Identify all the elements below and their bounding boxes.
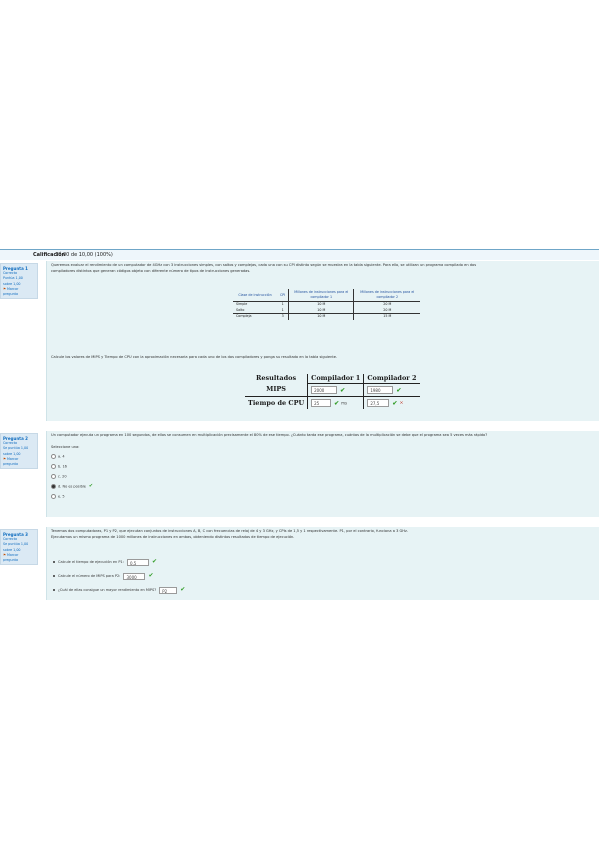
check-icon: ✔ — [148, 572, 154, 579]
table-row: Tiempo de CPU 25 ✔ ms 27,5 ✔ × — [245, 396, 420, 410]
question-text: compiladores distintos que generan códig… — [51, 269, 251, 273]
answer-input-p2-mips[interactable]: 3000 — [123, 572, 146, 580]
check-icon: ✔ — [396, 386, 402, 394]
question-1-info: Pregunta 1 Correcta Puntúa 1,00 sobre 1,… — [0, 263, 38, 299]
bullet — [53, 575, 55, 577]
question-text: Ejecutamos un mismo programa de 1000 mil… — [51, 535, 295, 539]
table-row: Compleja 3 10 M 15 M — [233, 313, 421, 320]
check-icon: ✔ — [180, 586, 186, 593]
table-header: Millones de instrucciones para el compil… — [353, 289, 421, 302]
subquestion-item: Calcule el número de MIPS para P2: 3000 ✔ — [53, 572, 154, 580]
cpu-time-compilador-1-input[interactable]: 25 — [311, 399, 332, 408]
subquestion-item: Calcule el tiempo de ejecución en P1: 0,… — [53, 558, 157, 566]
question-text: Tenemos dos computadoras, P1 y P2, que e… — [51, 529, 409, 533]
quiz-review: Calificación 10,00 de 10,00 (100%) Pregu… — [0, 244, 599, 600]
mips-compilador-1-input[interactable]: 2000 — [311, 386, 338, 395]
question-text: Un computador ejecuta un programa en 100… — [51, 433, 488, 437]
results-table: Resultados Compilador 1 Compilador 2 MIP… — [245, 374, 420, 410]
unit-label: ms — [341, 400, 348, 406]
cpu-time-compilador-2-input[interactable]: 27,5 — [367, 399, 390, 408]
question-2-info: Pregunta 2 Correcta Se puntúa 1,00 sobre… — [0, 433, 38, 469]
row-label: Tiempo de CPU — [245, 396, 309, 410]
flag-question-link-line2[interactable]: pregunta — [3, 558, 35, 563]
answer-option-b[interactable]: b. 16 — [51, 464, 67, 470]
question-3-body: Tenemos dos computadoras, P1 y P2, que e… — [46, 527, 599, 600]
check-icon: ✔ — [340, 386, 346, 394]
table-header: Compilador 2 — [363, 374, 420, 385]
mips-compilador-2-input[interactable]: 1980 — [367, 386, 394, 395]
bullet — [53, 561, 55, 563]
close-icon: × — [399, 399, 404, 406]
bullet — [53, 589, 55, 591]
question-text: Queremos evaluar el rendimiento de un co… — [51, 263, 477, 267]
check-icon: ✔ — [392, 399, 398, 407]
check-icon: ✔ — [334, 399, 340, 407]
question-1-body: Queremos evaluar el rendimiento de un co… — [46, 261, 599, 421]
flag-icon: ⚑ — [3, 552, 6, 557]
check-icon: ✔ — [151, 558, 157, 565]
question-2-body: Un computador ejecuta un programa en 100… — [46, 431, 599, 517]
check-icon: ✔ — [88, 483, 94, 489]
radio-icon — [51, 474, 56, 479]
flag-icon: ⚑ — [3, 286, 6, 291]
grade-value: 10,00 de 10,00 (100%) — [55, 252, 113, 258]
table-header: Millones de instrucciones para el compil… — [288, 289, 354, 302]
radio-icon — [51, 454, 56, 459]
table-header: Resultados — [245, 374, 309, 384]
question-text: Calcule los valores de MIPS y Tiempo de … — [51, 355, 338, 359]
table-header: Clase de instrucción — [238, 292, 272, 297]
select-prompt: Seleccione una: — [51, 445, 80, 449]
flag-question-link-line2[interactable]: pregunta — [3, 462, 35, 467]
radio-selected-icon — [51, 484, 56, 489]
row-label: MIPS — [245, 383, 309, 398]
table-header: Compilador 1 — [307, 374, 365, 385]
table-header: CPI — [280, 292, 286, 297]
grade-summary: Calificación 10,00 de 10,00 (100%) — [0, 249, 599, 260]
instruction-table: Clase de instrucción CPI Millones de ins… — [233, 289, 421, 320]
radio-icon — [51, 494, 56, 499]
answer-option-a[interactable]: a. 4 — [51, 454, 65, 460]
subquestion-item: ¿Cuál de ellas consigue un mayor rendimi… — [53, 586, 185, 594]
answer-option-e[interactable]: e. 5 — [51, 494, 65, 500]
answer-option-c[interactable]: c. 20 — [51, 474, 67, 480]
answer-option-d[interactable]: d. No es posible ✔ — [51, 484, 93, 490]
flag-question-link-line2[interactable]: pregunta — [3, 292, 35, 297]
flag-icon: ⚑ — [3, 456, 6, 461]
question-3-info: Pregunta 3 Correcta Se puntúa 1,00 sobre… — [0, 529, 38, 565]
answer-select-mayor-rendimiento[interactable]: P2 — [159, 586, 178, 594]
answer-input-p1-time[interactable]: 0,5 — [126, 558, 149, 566]
table-row: MIPS 2000 ✔ 1980 ✔ — [245, 383, 420, 398]
radio-icon — [51, 464, 56, 469]
